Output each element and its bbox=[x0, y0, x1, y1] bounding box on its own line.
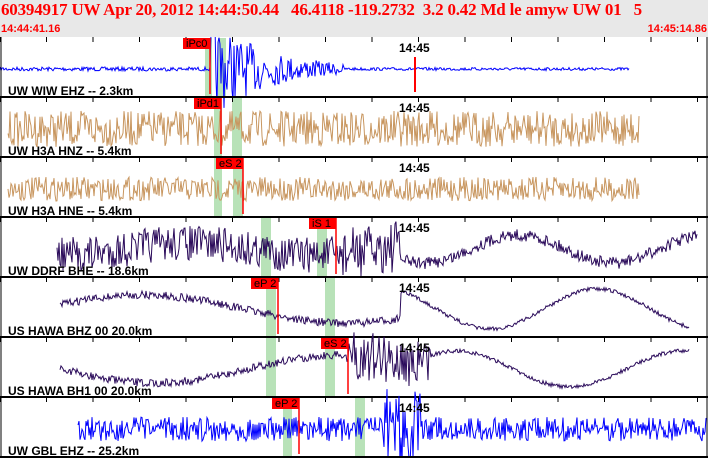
pick-label: eS 2 bbox=[219, 158, 242, 170]
waveform bbox=[7, 109, 640, 148]
event-header: 60394917 UW Apr 20, 2012 14:44:50.44 46.… bbox=[0, 0, 708, 37]
pick-label: iS 1 bbox=[312, 218, 331, 230]
trace-label: US HAWA BHZ 00 20.0km bbox=[8, 324, 152, 338]
trace-panel[interactable]: iS 1 14:45 UW DDRF BHE -- 18.6km bbox=[0, 217, 708, 278]
waveform bbox=[59, 286, 690, 332]
seismogram-panels[interactable]: iPc0 14:45 UW WIW EHZ -- 2.3km iPd1 14:45 UW … bbox=[0, 37, 708, 458]
trace-panel[interactable]: iPc0 14:45 UW WIW EHZ -- 2.3km bbox=[0, 37, 708, 109]
trace-label: US HAWA BH1 00 20.0km bbox=[8, 384, 152, 398]
pick-label: iPc0 bbox=[186, 38, 207, 50]
minute-mark: 14:45 bbox=[399, 281, 430, 295]
minute-mark: 14:45 bbox=[399, 401, 430, 415]
trace-panel[interactable]: iPd1 14:45 UW H3A HNZ -- 5.4km bbox=[0, 97, 708, 158]
trace-label: UW H3A HNE -- 5.4km bbox=[8, 204, 132, 218]
waveform bbox=[7, 175, 640, 203]
waveform bbox=[56, 221, 698, 277]
minute-mark: 14:45 bbox=[399, 101, 430, 115]
trace-label: UW WIW EHZ -- 2.3km bbox=[8, 84, 133, 98]
trace-label: UW H3A HNZ -- 5.4km bbox=[8, 144, 132, 158]
minute-mark: 14:45 bbox=[399, 161, 430, 175]
minute-mark: 14:45 bbox=[399, 221, 430, 235]
minute-mark: 14:45 bbox=[399, 41, 430, 55]
pick-label: iPd1 bbox=[197, 98, 219, 110]
event-title: 60394917 UW Apr 20, 2012 14:44:50.44 46.… bbox=[1, 0, 642, 19]
pick-label: eS 2 bbox=[324, 338, 347, 350]
trace-panel[interactable]: eP 2 14:45 US HAWA BHZ 00 20.0km bbox=[0, 277, 708, 338]
pick-label: eP 2 bbox=[275, 398, 297, 410]
minute-mark: 14:45 bbox=[399, 341, 430, 355]
trace-panel[interactable]: eP 2 14:45 UW GBL EHZ -- 25.2km bbox=[0, 389, 708, 458]
waveform bbox=[59, 332, 690, 390]
trace-label: UW GBL EHZ -- 25.2km bbox=[8, 444, 139, 458]
trace-label: UW DDRF BHE -- 18.6km bbox=[8, 264, 149, 278]
trace-panel[interactable]: eS 2 14:45 UW H3A HNE -- 5.4km bbox=[0, 157, 708, 218]
end-time: 14:45:14.86 bbox=[647, 23, 707, 35]
start-time: 14:44:41.16 bbox=[1, 23, 61, 35]
trace-panel[interactable]: eS 2 14:45 US HAWA BH1 00 20.0km bbox=[0, 332, 708, 398]
pick-label: eP 2 bbox=[254, 278, 276, 290]
waveform bbox=[77, 389, 708, 458]
pick-window-band bbox=[325, 278, 335, 336]
